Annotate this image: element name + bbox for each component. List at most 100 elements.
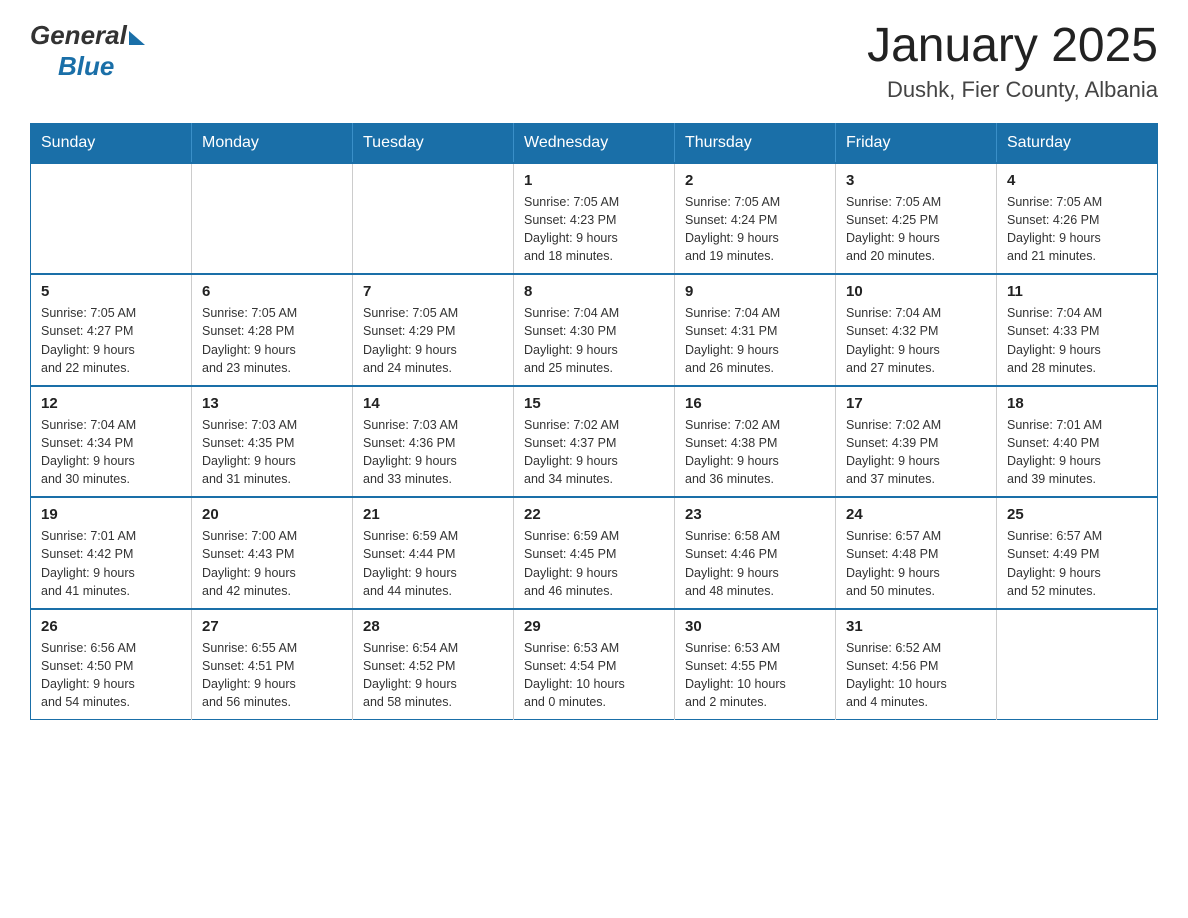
day-info: Sunrise: 7:02 AM Sunset: 4:37 PM Dayligh… [524, 416, 664, 489]
day-number: 15 [524, 395, 664, 412]
day-info: Sunrise: 7:05 AM Sunset: 4:27 PM Dayligh… [41, 304, 181, 377]
calendar-week-row: 1Sunrise: 7:05 AM Sunset: 4:23 PM Daylig… [31, 163, 1158, 275]
day-number: 3 [846, 172, 986, 189]
calendar-header: SundayMondayTuesdayWednesdayThursdayFrid… [31, 123, 1158, 163]
day-info: Sunrise: 7:04 AM Sunset: 4:32 PM Dayligh… [846, 304, 986, 377]
day-info: Sunrise: 7:02 AM Sunset: 4:39 PM Dayligh… [846, 416, 986, 489]
day-info: Sunrise: 7:04 AM Sunset: 4:30 PM Dayligh… [524, 304, 664, 377]
calendar-day-cell: 20Sunrise: 7:00 AM Sunset: 4:43 PM Dayli… [192, 497, 353, 609]
day-of-week-header: Friday [836, 123, 997, 163]
day-number: 6 [202, 283, 342, 300]
calendar-day-cell [997, 609, 1158, 720]
calendar-day-cell: 25 Sunrise: 6:57 AM Sunset: 4:49 PM Dayli… [997, 497, 1158, 609]
calendar-day-cell: 4Sunrise: 7:05 AM Sunset: 4:26 PM Daylig… [997, 163, 1158, 275]
day-info: Sunrise: 6:55 AM Sunset: 4:51 PM Dayligh… [202, 639, 342, 712]
day-number: 23 [685, 506, 825, 523]
day-info: Sunrise: 7:03 AM Sunset: 4:35 PM Dayligh… [202, 416, 342, 489]
calendar-day-cell: 14 Sunrise: 7:03 AM Sunset: 4:36 PM Dayli… [353, 386, 514, 498]
calendar-day-cell: 10 Sunrise: 7:04 AM Sunset: 4:32 PM Dayli… [836, 274, 997, 386]
calendar-day-cell: 17Sunrise: 7:02 AM Sunset: 4:39 PM Dayli… [836, 386, 997, 498]
days-of-week-row: SundayMondayTuesdayWednesdayThursdayFrid… [31, 123, 1158, 163]
day-info: Sunrise: 7:04 AM Sunset: 4:31 PM Dayligh… [685, 304, 825, 377]
calendar-day-cell: 11 Sunrise: 7:04 AM Sunset: 4:33 PM Dayli… [997, 274, 1158, 386]
day-info: Sunrise: 7:04 AM Sunset: 4:33 PM Dayligh… [1007, 304, 1147, 377]
location-title: Dushk, Fier County, Albania [867, 77, 1158, 103]
calendar-day-cell: 15 Sunrise: 7:02 AM Sunset: 4:37 PM Dayli… [514, 386, 675, 498]
logo-blue-text: Blue [58, 51, 114, 81]
day-info: Sunrise: 7:05 AM Sunset: 4:28 PM Dayligh… [202, 304, 342, 377]
day-number: 29 [524, 618, 664, 635]
day-info: Sunrise: 7:01 AM Sunset: 4:42 PM Dayligh… [41, 527, 181, 600]
day-number: 8 [524, 283, 664, 300]
calendar-day-cell: 5 Sunrise: 7:05 AM Sunset: 4:27 PM Daylig… [31, 274, 192, 386]
calendar-day-cell [192, 163, 353, 275]
calendar-day-cell: 24Sunrise: 6:57 AM Sunset: 4:48 PM Dayli… [836, 497, 997, 609]
calendar-day-cell: 31Sunrise: 6:52 AM Sunset: 4:56 PM Dayli… [836, 609, 997, 720]
day-number: 2 [685, 172, 825, 189]
day-number: 30 [685, 618, 825, 635]
day-number: 25 [1007, 506, 1147, 523]
calendar-day-cell: 7Sunrise: 7:05 AM Sunset: 4:29 PM Daylig… [353, 274, 514, 386]
day-number: 9 [685, 283, 825, 300]
calendar-week-row: 26Sunrise: 6:56 AM Sunset: 4:50 PM Dayli… [31, 609, 1158, 720]
day-number: 11 [1007, 283, 1147, 300]
day-number: 22 [524, 506, 664, 523]
calendar-day-cell: 9 Sunrise: 7:04 AM Sunset: 4:31 PM Daylig… [675, 274, 836, 386]
day-info: Sunrise: 6:59 AM Sunset: 4:44 PM Dayligh… [363, 527, 503, 600]
calendar-day-cell: 12Sunrise: 7:04 AM Sunset: 4:34 PM Dayli… [31, 386, 192, 498]
day-number: 19 [41, 506, 181, 523]
day-of-week-header: Thursday [675, 123, 836, 163]
day-number: 31 [846, 618, 986, 635]
calendar-day-cell: 16 Sunrise: 7:02 AM Sunset: 4:38 PM Dayli… [675, 386, 836, 498]
month-title: January 2025 [867, 20, 1158, 73]
calendar-body: 1Sunrise: 7:05 AM Sunset: 4:23 PM Daylig… [31, 163, 1158, 720]
day-of-week-header: Wednesday [514, 123, 675, 163]
day-info: Sunrise: 7:05 AM Sunset: 4:23 PM Dayligh… [524, 193, 664, 266]
day-of-week-header: Monday [192, 123, 353, 163]
calendar-day-cell: 28 Sunrise: 6:54 AM Sunset: 4:52 PM Dayli… [353, 609, 514, 720]
day-info: Sunrise: 6:54 AM Sunset: 4:52 PM Dayligh… [363, 639, 503, 712]
day-number: 13 [202, 395, 342, 412]
day-info: Sunrise: 6:53 AM Sunset: 4:55 PM Dayligh… [685, 639, 825, 712]
day-number: 28 [363, 618, 503, 635]
day-info: Sunrise: 7:00 AM Sunset: 4:43 PM Dayligh… [202, 527, 342, 600]
calendar-day-cell: 3 Sunrise: 7:05 AM Sunset: 4:25 PM Daylig… [836, 163, 997, 275]
calendar-week-row: 19 Sunrise: 7:01 AM Sunset: 4:42 PM Dayli… [31, 497, 1158, 609]
calendar-day-cell: 1Sunrise: 7:05 AM Sunset: 4:23 PM Daylig… [514, 163, 675, 275]
day-info: Sunrise: 7:04 AM Sunset: 4:34 PM Dayligh… [41, 416, 181, 489]
calendar-week-row: 5 Sunrise: 7:05 AM Sunset: 4:27 PM Daylig… [31, 274, 1158, 386]
day-of-week-header: Saturday [997, 123, 1158, 163]
logo-general-text: General [30, 20, 127, 51]
day-number: 10 [846, 283, 986, 300]
day-info: Sunrise: 6:57 AM Sunset: 4:49 PM Dayligh… [1007, 527, 1147, 600]
day-number: 27 [202, 618, 342, 635]
title-section: January 2025 Dushk, Fier County, Albania [867, 20, 1158, 103]
day-info: Sunrise: 7:02 AM Sunset: 4:38 PM Dayligh… [685, 416, 825, 489]
calendar-week-row: 12Sunrise: 7:04 AM Sunset: 4:34 PM Dayli… [31, 386, 1158, 498]
calendar-day-cell: 26Sunrise: 6:56 AM Sunset: 4:50 PM Dayli… [31, 609, 192, 720]
calendar-day-cell: 18 Sunrise: 7:01 AM Sunset: 4:40 PM Dayli… [997, 386, 1158, 498]
day-number: 16 [685, 395, 825, 412]
day-info: Sunrise: 7:05 AM Sunset: 4:24 PM Dayligh… [685, 193, 825, 266]
day-info: Sunrise: 7:03 AM Sunset: 4:36 PM Dayligh… [363, 416, 503, 489]
calendar-day-cell: 8 Sunrise: 7:04 AM Sunset: 4:30 PM Daylig… [514, 274, 675, 386]
calendar-day-cell [31, 163, 192, 275]
day-number: 7 [363, 283, 503, 300]
calendar-day-cell: 21Sunrise: 6:59 AM Sunset: 4:44 PM Dayli… [353, 497, 514, 609]
day-info: Sunrise: 7:05 AM Sunset: 4:25 PM Dayligh… [846, 193, 986, 266]
calendar-day-cell: 22Sunrise: 6:59 AM Sunset: 4:45 PM Dayli… [514, 497, 675, 609]
day-number: 5 [41, 283, 181, 300]
calendar-day-cell: 29 Sunrise: 6:53 AM Sunset: 4:54 PM Dayli… [514, 609, 675, 720]
page-header: General Blue January 2025 Dushk, Fier Co… [30, 20, 1158, 103]
calendar-day-cell [353, 163, 514, 275]
calendar-day-cell: 30 Sunrise: 6:53 AM Sunset: 4:55 PM Dayli… [675, 609, 836, 720]
day-info: Sunrise: 7:01 AM Sunset: 4:40 PM Dayligh… [1007, 416, 1147, 489]
day-info: Sunrise: 6:53 AM Sunset: 4:54 PM Dayligh… [524, 639, 664, 712]
logo: General Blue [30, 20, 145, 82]
day-number: 4 [1007, 172, 1147, 189]
day-of-week-header: Tuesday [353, 123, 514, 163]
calendar-day-cell: 23Sunrise: 6:58 AM Sunset: 4:46 PM Dayli… [675, 497, 836, 609]
day-info: Sunrise: 6:56 AM Sunset: 4:50 PM Dayligh… [41, 639, 181, 712]
day-number: 14 [363, 395, 503, 412]
day-number: 18 [1007, 395, 1147, 412]
